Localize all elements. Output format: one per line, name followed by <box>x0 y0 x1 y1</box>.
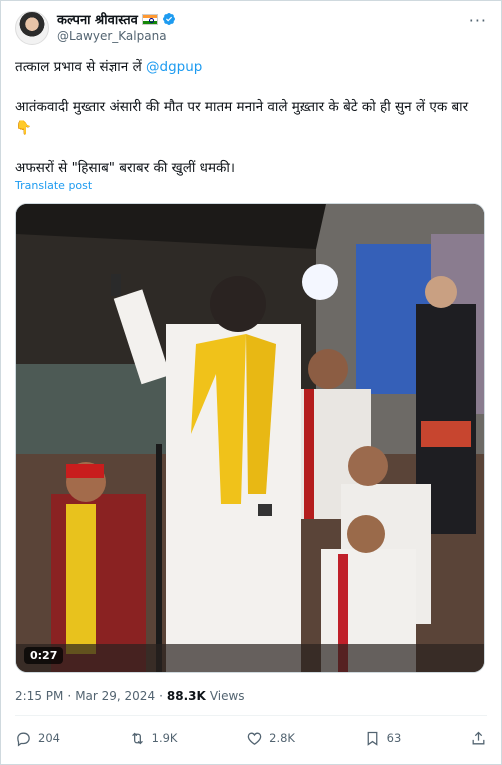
post-time[interactable]: 2:15 PM <box>15 689 63 703</box>
tweet-meta: 2:15 PM · Mar 29, 2024 · 88.3K Views <box>15 689 245 703</box>
verified-badge-icon <box>162 13 175 25</box>
tweet-card: कल्पना श्रीवास्तव @Lawyer_Kalpana ··· तत… <box>0 0 502 765</box>
translate-post-link[interactable]: Translate post <box>15 179 92 192</box>
like-count: 2.8K <box>269 731 295 745</box>
bookmark-count: 63 <box>386 731 402 745</box>
repost-icon <box>131 732 143 744</box>
tweet-line-2: आतंकवादी मुख्तार अंसारी की मौत पर मातम म… <box>15 99 469 136</box>
views-count: 88.3K <box>166 689 206 703</box>
action-bar: 204 1.9K 2.8K 63 <box>15 723 487 753</box>
tweet-line-1: तत्काल प्रभाव से संज्ञान लें @dgpup <box>15 57 487 78</box>
bookmark-button[interactable]: 63 <box>364 730 402 747</box>
tweet-line-3: अफसरों से "हिसाब" बराबर की खुलीं धमकी। <box>15 160 236 176</box>
mention-link[interactable]: @dgpup <box>146 59 202 75</box>
user-handle[interactable]: @Lawyer_Kalpana <box>57 29 167 43</box>
video-player[interactable]: 0:27 <box>15 203 485 673</box>
divider <box>15 715 487 716</box>
repost-count: 1.9K <box>151 731 178 745</box>
post-date[interactable]: Mar 29, 2024 <box>75 689 155 703</box>
share-button[interactable] <box>470 730 487 747</box>
heart-icon <box>247 732 262 745</box>
india-flag-icon <box>141 13 158 25</box>
views-label: Views <box>209 689 245 703</box>
reply-icon <box>17 732 30 746</box>
bookmark-icon <box>367 731 378 746</box>
tweet-text: तत्काल प्रभाव से संज्ञान लें @dgpup आतंक… <box>15 57 487 198</box>
tweet-line-1-text: तत्काल प्रभाव से संज्ञान लें <box>15 59 147 75</box>
like-button[interactable]: 2.8K <box>246 730 295 747</box>
display-name[interactable]: कल्पना श्रीवास्तव <box>57 10 138 28</box>
tweet-header: कल्पना श्रीवास्तव @Lawyer_Kalpana ··· <box>15 9 487 49</box>
video-duration: 0:27 <box>24 647 64 664</box>
reply-count: 204 <box>38 731 60 745</box>
name-row: कल्पना श्रीवास्तव <box>57 10 176 28</box>
meta-separator: · <box>159 689 163 703</box>
reply-button[interactable]: 204 <box>15 730 60 747</box>
share-icon <box>472 731 485 744</box>
more-options-icon[interactable]: ··· <box>469 11 487 30</box>
meta-separator: · <box>67 689 72 703</box>
video-frame <box>16 204 484 672</box>
avatar[interactable] <box>15 11 49 45</box>
repost-button[interactable]: 1.9K <box>129 730 178 747</box>
